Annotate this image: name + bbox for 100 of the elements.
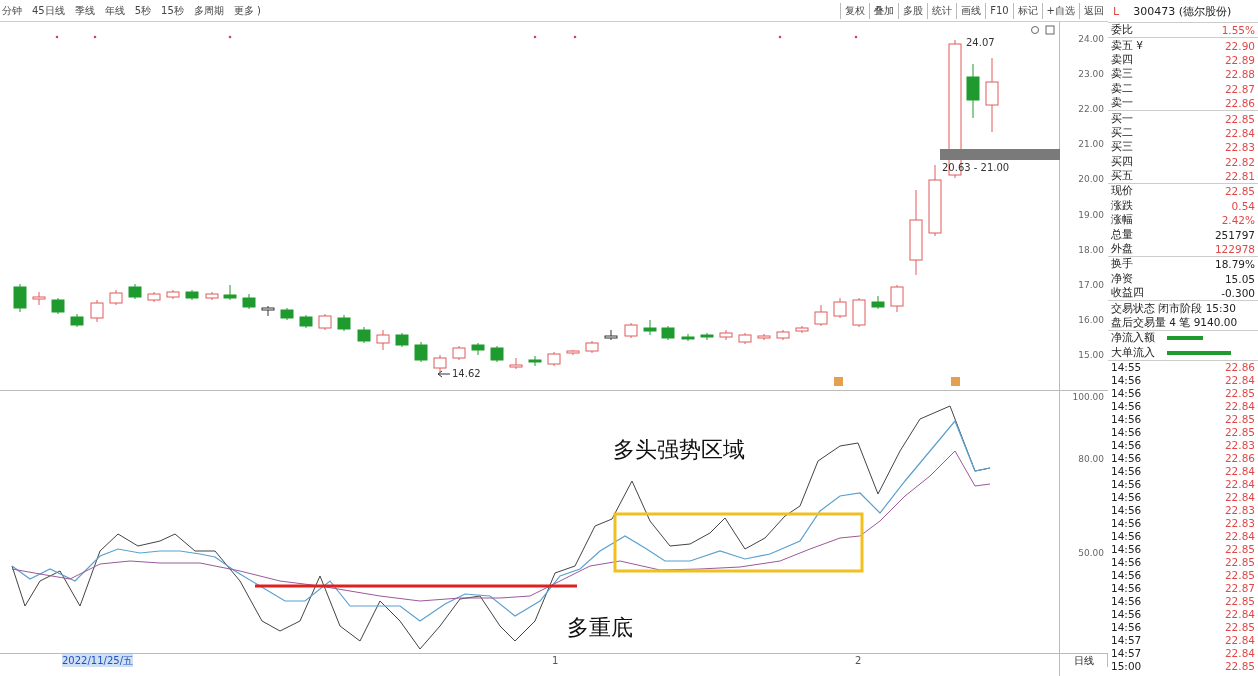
tick-price: 22.84: [1224, 647, 1255, 660]
candle: [528, 355, 542, 367]
annotation-text: 多头强势区域: [613, 436, 745, 464]
quote-value: 122978: [1214, 243, 1255, 256]
axis-tick-label: 80.00: [1078, 454, 1104, 465]
quote-label: 卖二: [1111, 81, 1133, 96]
candle: [185, 289, 199, 301]
tick-time: 14:56: [1111, 478, 1142, 491]
low-price-label: 14.62: [452, 368, 481, 379]
quote-value: 18.79%: [1214, 258, 1255, 271]
axis-tick-label: 20.00: [1078, 174, 1104, 185]
period-tab[interactable]: 多周期: [193, 3, 224, 18]
period-label: 日线: [1073, 655, 1094, 666]
axis-tick-label: 19.00: [1078, 209, 1104, 220]
candle: [871, 295, 885, 310]
tick-time: 14:55: [1111, 361, 1142, 374]
tick-time: 14:56: [1111, 608, 1142, 621]
tick-time: 14:56: [1111, 543, 1142, 556]
tick-time: 14:56: [1111, 426, 1142, 439]
candle: [585, 340, 599, 354]
candle: [852, 297, 866, 328]
quote-value: 1.55%: [1221, 24, 1255, 37]
period-tab[interactable]: 5秒: [134, 3, 152, 18]
tick-price: 22.84: [1224, 530, 1255, 543]
tick-price: 22.84: [1224, 491, 1255, 504]
quote-label: 买五: [1111, 169, 1133, 184]
quote-label: 买一: [1111, 111, 1133, 126]
quote-value: 22.86: [1224, 97, 1255, 110]
tick-price: 22.85: [1224, 660, 1255, 673]
candle: [318, 313, 332, 331]
period-tab[interactable]: 分钟: [2, 3, 22, 18]
quote-value: 22.90: [1224, 39, 1255, 52]
candle: [128, 283, 142, 300]
tick-time: 14:56: [1111, 582, 1142, 595]
flow-label: 净流入额: [1111, 331, 1155, 346]
axis-tick-label: 16.00: [1078, 314, 1104, 325]
quote-label: 委比: [1111, 23, 1133, 38]
tick-time: 14:56: [1111, 400, 1142, 413]
window-controls-icon: [1031, 25, 1055, 35]
axis-tick-label: 21.00: [1078, 139, 1104, 150]
tick-price: 22.85: [1224, 621, 1255, 634]
candle: [719, 329, 733, 341]
tick-time: 14:56: [1111, 504, 1142, 517]
candle: [433, 354, 447, 373]
period-tab[interactable]: 年线: [104, 3, 125, 18]
tick-time: 14:56: [1111, 452, 1142, 465]
tick-price: 22.85: [1224, 595, 1255, 608]
tick-price: 22.84: [1224, 465, 1255, 478]
quote-label: 卖四: [1111, 52, 1133, 67]
tick-price: 22.86: [1224, 361, 1255, 374]
candle: [32, 291, 46, 306]
tick-time: 14:56: [1111, 491, 1142, 504]
date-label: 1: [552, 654, 559, 667]
tick-price: 22.84: [1224, 478, 1255, 491]
tick-time: 14:57: [1111, 634, 1142, 647]
date-label: 2: [855, 654, 862, 667]
tick-time: 14:56: [1111, 465, 1142, 478]
candle: [109, 289, 123, 306]
period-tab[interactable]: 45日线: [32, 3, 65, 18]
quote-value: 15.05: [1224, 272, 1255, 285]
period-tab[interactable]: 15秒: [161, 3, 184, 18]
status-letter: L: [1113, 4, 1120, 18]
candle: [376, 329, 390, 351]
tick-time: 14:57: [1111, 647, 1142, 660]
tick-time: 14:56: [1111, 530, 1142, 543]
quote-value: 251797: [1214, 228, 1255, 241]
tick-price: 22.85: [1224, 413, 1255, 426]
tick-price: 22.84: [1224, 634, 1255, 647]
quote-label: 买三: [1111, 140, 1133, 155]
candle: [795, 325, 809, 334]
tick-time: 14:56: [1111, 387, 1142, 400]
flow-label: 大单流入: [1111, 345, 1155, 360]
tick-time: 14:56: [1111, 374, 1142, 387]
quote-value: 22.87: [1224, 82, 1255, 95]
candle: [604, 329, 618, 341]
date-label: 2022/11/25/五: [62, 654, 133, 667]
candle: [166, 289, 180, 300]
quote-value: 22.82: [1224, 155, 1255, 168]
candle: [299, 314, 313, 329]
high-price-label: 24.07: [966, 37, 995, 48]
signal-icon: [834, 377, 843, 386]
period-tab[interactable]: 更多 ): [233, 3, 261, 18]
period-tab[interactable]: 季线: [74, 3, 95, 18]
quote-label: 买二: [1111, 125, 1133, 140]
candle: [624, 322, 638, 339]
quote-value: 22.85: [1224, 112, 1255, 125]
tick-price: 22.85: [1224, 569, 1255, 582]
stock-title: 300473 (德尔股份): [1133, 3, 1232, 19]
tick-price: 22.85: [1224, 426, 1255, 439]
candle: [509, 357, 523, 370]
candle: [395, 332, 409, 348]
quote-label: 外盘: [1111, 242, 1133, 257]
candle: [471, 342, 485, 356]
candle: [490, 345, 504, 363]
candle: [357, 326, 371, 344]
tick-time: 14:56: [1111, 556, 1142, 569]
quote-value: 22.88: [1224, 68, 1255, 81]
flow-bar: [1167, 350, 1231, 355]
tick-price: 22.85: [1224, 387, 1255, 400]
quote-label: 买四: [1111, 154, 1133, 169]
